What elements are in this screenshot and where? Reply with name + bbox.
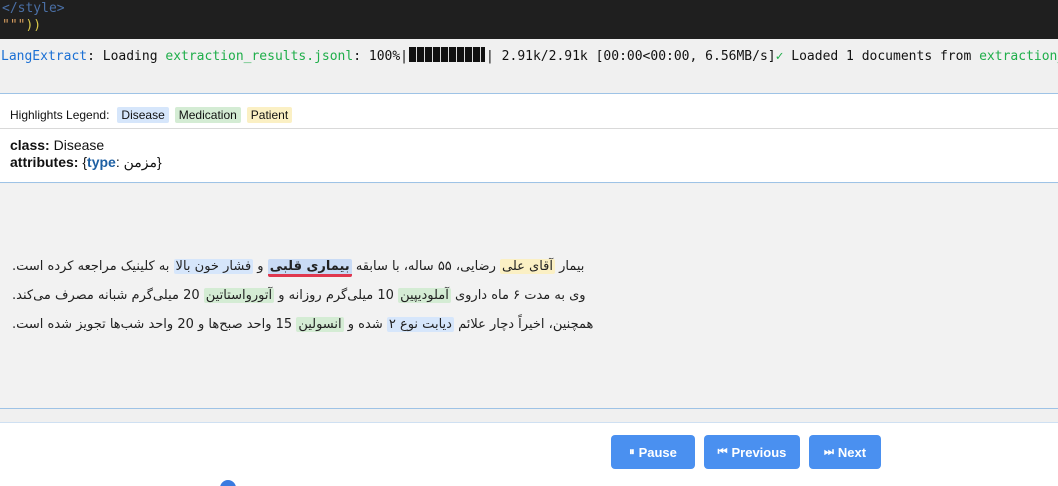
highlight-medication[interactable]: آملودیپین (398, 288, 451, 303)
highlight-patient[interactable]: آقای علی (499, 259, 555, 274)
document-text-area: بیمار آقای علی رضایی، ۵۵ ساله، با سابقه … (0, 184, 1058, 408)
attributes-close-brace: } (157, 154, 162, 170)
text-segment: به کلینیک مراجعه کرده است. (12, 259, 174, 274)
code-triple-quotes: """ (2, 18, 26, 33)
attributes-open-brace: { (78, 154, 88, 170)
class-value: Disease (49, 137, 105, 153)
progress-percent: : 100%| (353, 49, 409, 64)
legend-info-panel: Highlights Legend: Disease Medication Pa… (0, 93, 1058, 183)
pause-label: Pause (638, 444, 677, 460)
attributes-row: attributes: {type: مزمن} (10, 154, 1048, 171)
next-label: Next (837, 444, 867, 460)
text-segment: رضایی، ۵۵ ساله، با سابقه (351, 259, 500, 274)
highlight-disease-active[interactable]: بیماری قلبی (267, 259, 352, 277)
document-line-3: همچنین، اخیراً دچار علائم دیابت نوع ۲ شد… (12, 315, 593, 335)
progress-stats: | 2.91k/2.91k [00:00<00:00, 6.56MB/s] (486, 49, 776, 64)
text-segment: شده و (343, 317, 387, 332)
text-segment: و (253, 259, 268, 274)
next-button[interactable]: ⏭ Next (809, 435, 881, 469)
controls-divider (0, 408, 1058, 409)
text-segment: 20 میلی‌گرم شبانه مصرف می‌کند. (12, 288, 204, 303)
document-line-1: بیمار آقای علی رضایی، ۵۵ ساله، با سابقه … (12, 257, 584, 277)
loaded-text: Loaded 1 documents from (783, 49, 980, 64)
legend-chip-disease: Disease (117, 107, 169, 123)
previous-button[interactable]: ⏮ Previous (704, 435, 800, 469)
pause-button[interactable]: ⏸ Pause (611, 435, 695, 469)
attribute-type-key: type (87, 154, 116, 170)
class-row: class: Disease (10, 137, 1048, 154)
code-line-1: </style> (2, 0, 1058, 17)
legend-chip-medication: Medication (174, 107, 241, 123)
attributes-label: attributes: (10, 154, 79, 170)
app-name: LangExtract (1, 49, 88, 64)
previous-label: Previous (731, 444, 787, 460)
legend-label: Highlights Legend: (10, 108, 110, 122)
skip-forward-icon: ⏭ (823, 445, 834, 458)
class-label: class: (10, 137, 50, 153)
document-line-2: وی به مدت ۶ ماه داروی آملودیپین 10 میلی‌… (12, 286, 586, 306)
text-segment: 10 میلی‌گرم روزانه و (274, 288, 399, 303)
text-segment: وی به مدت ۶ ماه داروی (450, 288, 586, 303)
highlight-disease[interactable]: دیابت نوع ۲ (386, 317, 454, 332)
text-segment: بیمار (554, 259, 585, 274)
text-segment: همچنین، اخیراً دچار علائم (453, 317, 594, 332)
code-style-tag: </style> (2, 1, 65, 16)
highlights-legend: Highlights Legend: Disease Medication Pa… (0, 94, 1058, 129)
progress-loading-text: : Loading (87, 49, 166, 64)
text-segment: 15 واحد صبح‌ها و 20 واحد شب‌ها تجویز شده… (12, 317, 297, 332)
pause-icon: ⏸ (629, 445, 635, 458)
legend-chip-patient: Patient (246, 107, 293, 123)
code-line-2: """)) (2, 17, 1058, 34)
skip-back-icon: ⏮ (717, 445, 728, 458)
attribute-type-value: : مزمن (115, 154, 157, 170)
progress-bar (409, 47, 486, 62)
highlight-disease[interactable]: فشار خون بالا (173, 259, 254, 274)
code-output-strip: </style> """)) (0, 0, 1058, 39)
code-close-parens: )) (25, 18, 42, 33)
highlight-medication[interactable]: آتورواستاتین (203, 288, 275, 303)
progress-output: LangExtract: Loading extraction_results.… (0, 47, 1058, 67)
loaded-file-name: extraction_r (979, 49, 1058, 64)
extraction-info: class: Disease attributes: {type: مزمن} (0, 129, 1058, 179)
highlight-medication[interactable]: انسولین (296, 317, 344, 332)
progress-file-name: extraction_results.jsonl (165, 49, 354, 64)
playback-controls: ⏸ Pause ⏮ Previous ⏭ Next (0, 422, 1058, 486)
